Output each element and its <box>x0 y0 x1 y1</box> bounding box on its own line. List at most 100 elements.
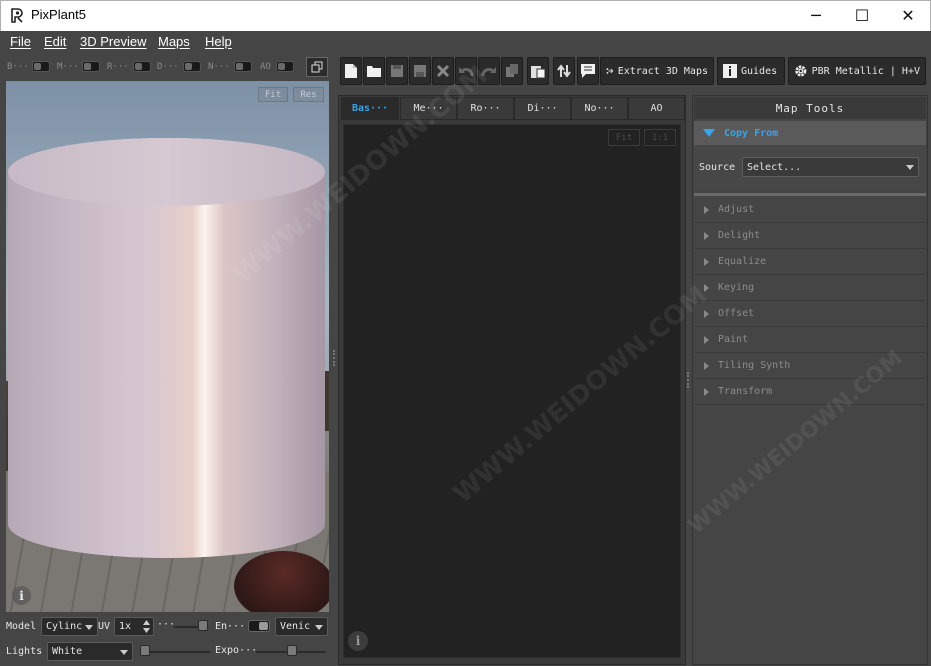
tool-transform[interactable]: Transform <box>694 379 926 405</box>
tab-ao[interactable]: AO <box>628 97 685 120</box>
chevron-right-icon <box>704 283 709 292</box>
blur-slider-handle[interactable] <box>198 620 208 631</box>
uv-label: UV <box>98 621 111 632</box>
x-icon <box>436 64 450 78</box>
tool-adjust[interactable]: Adjust <box>694 197 926 223</box>
chevron-down-icon <box>703 129 715 137</box>
tab-normal[interactable]: No··· <box>571 97 628 120</box>
exposure-slider-handle[interactable] <box>287 645 297 656</box>
source-value: Select... <box>747 161 802 173</box>
tab-metal[interactable]: Me··· <box>400 97 457 120</box>
tool-label: Keying <box>718 282 755 293</box>
tab-rough[interactable]: Ro··· <box>457 97 514 120</box>
dropdown-arrow-icon <box>120 650 128 655</box>
viewport-reset-button[interactable]: Res <box>293 87 324 102</box>
folder-open-icon <box>367 66 381 77</box>
toggle-ao[interactable] <box>276 61 294 72</box>
close-button[interactable]: ✕ <box>885 0 931 31</box>
restore-view-button[interactable] <box>306 57 328 77</box>
dropdown-arrow-icon <box>906 165 914 170</box>
tool-delight[interactable]: Delight <box>694 223 926 249</box>
canvas-info-icon[interactable]: i <box>348 631 368 651</box>
lights-slider-track[interactable] <box>140 651 210 653</box>
map-tools-title: Map Tools <box>694 97 926 119</box>
toggle-disp[interactable] <box>183 61 201 72</box>
section-divider <box>694 193 926 196</box>
tool-label: Transform <box>718 386 773 397</box>
tab-base[interactable]: Bas··· <box>341 97 399 120</box>
guides-label: Guides <box>741 65 778 77</box>
tool-equalize[interactable]: Equalize <box>694 249 926 275</box>
copy-button[interactable] <box>501 57 523 85</box>
uv-spinbox[interactable]: 1x <box>114 617 154 636</box>
right-splitter-handle[interactable] <box>687 372 689 388</box>
pixplant-logo-icon <box>11 8 23 23</box>
menu-edit[interactable]: Edit <box>44 34 66 49</box>
toggle-normal[interactable] <box>234 61 252 72</box>
guides-button[interactable]: Guides <box>717 57 785 85</box>
canvas-1to1-button[interactable]: 1:1 <box>644 129 676 146</box>
extract-icon <box>606 68 614 74</box>
toggle-label-normal: N··· <box>208 62 230 72</box>
redo-button[interactable] <box>478 57 500 85</box>
viewport-info-icon[interactable]: i <box>12 586 31 605</box>
menu-file[interactable]: File <box>10 34 31 49</box>
title-bar <box>0 0 931 31</box>
minimize-button[interactable]: ─ <box>793 0 839 31</box>
canvas-fit-button[interactable]: Fit <box>608 129 640 146</box>
swap-arrows-icon <box>557 64 571 78</box>
tool-tiling-synth[interactable]: Tiling Synth <box>694 353 926 379</box>
source-dropdown[interactable]: Select... <box>742 157 919 177</box>
source-label: Source <box>699 162 736 173</box>
tool-label: Offset <box>718 308 755 319</box>
save-icon <box>391 65 403 77</box>
toggle-rough[interactable] <box>133 61 151 72</box>
swap-button[interactable] <box>553 57 575 85</box>
undo-button[interactable] <box>455 57 477 85</box>
copy-from-label: Copy From <box>724 127 779 139</box>
toggle-label-ao: AO <box>260 62 271 72</box>
toggle-base[interactable] <box>32 61 50 72</box>
paste-button[interactable] <box>527 57 549 85</box>
window-restore-icon <box>311 61 323 73</box>
toggle-label-disp: D··· <box>157 62 179 72</box>
3d-preview-viewport[interactable]: i <box>6 81 329 612</box>
tab-disp[interactable]: Di··· <box>514 97 571 120</box>
tool-paint[interactable]: Paint <box>694 327 926 353</box>
copy-from-section-header[interactable]: Copy From <box>694 121 926 145</box>
map-canvas[interactable] <box>343 124 681 658</box>
tool-offset[interactable]: Offset <box>694 301 926 327</box>
pbr-metallic-button[interactable]: PBR Metallic | H+V <box>788 57 926 85</box>
tool-label: Paint <box>718 334 749 345</box>
close-document-button[interactable] <box>432 57 454 85</box>
environment-toggle[interactable] <box>248 620 270 632</box>
comment-button[interactable] <box>577 57 599 85</box>
lights-value: White <box>52 646 83 657</box>
menu-3d-preview[interactable]: 3D Preview <box>80 34 146 49</box>
chevron-right-icon <box>704 205 709 214</box>
save-button[interactable] <box>386 57 408 85</box>
tool-label: Delight <box>718 230 761 241</box>
extract-3d-maps-button[interactable]: Extract 3D Maps <box>600 57 714 85</box>
tool-keying[interactable]: Keying <box>694 275 926 301</box>
menu-help[interactable]: Help <box>205 34 232 49</box>
lights-slider-handle[interactable] <box>140 645 150 656</box>
save-as-button[interactable] <box>409 57 431 85</box>
environment-dropdown[interactable]: Venic <box>275 617 328 636</box>
toggle-label-base: B··· <box>7 62 29 72</box>
menu-maps[interactable]: Maps <box>158 34 190 49</box>
copy-icon <box>506 64 518 77</box>
left-splitter-handle[interactable] <box>333 350 335 366</box>
model-dropdown[interactable]: Cylinc <box>41 617 98 636</box>
toggle-metal[interactable] <box>82 61 100 72</box>
window-title: PixPlant5 <box>31 7 86 22</box>
viewport-fit-button[interactable]: Fit <box>258 87 288 102</box>
open-file-button[interactable] <box>363 57 385 85</box>
info-square-icon <box>723 64 737 78</box>
chevron-right-icon <box>704 361 709 370</box>
pbr-label: PBR Metallic | H+V <box>811 65 920 77</box>
toggle-label-rough: R··· <box>107 62 129 72</box>
new-file-button[interactable] <box>340 57 362 85</box>
lights-dropdown[interactable]: White <box>47 642 133 661</box>
maximize-button[interactable]: ☐ <box>839 0 885 31</box>
